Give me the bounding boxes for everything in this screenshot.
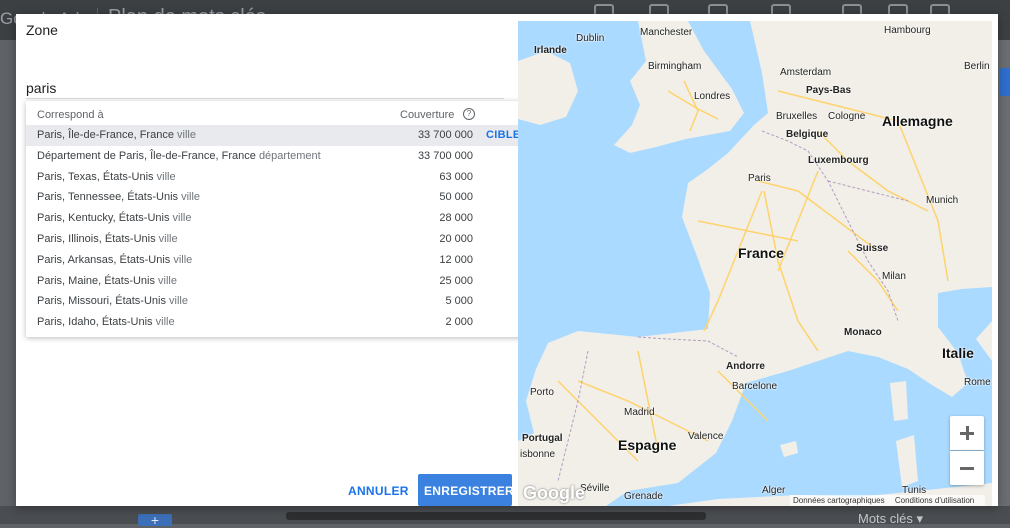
suggestion-row[interactable]: Paris, Idaho, États-Unis ville 2 000 — [26, 312, 532, 333]
map-view[interactable]: Irlande Dublin Manchester Birmingham Lon… — [518, 21, 992, 506]
suggestion-label: Paris, Maine, États-Unis ville — [37, 274, 177, 287]
map-label-cologne: Cologne — [828, 111, 866, 122]
suggestion-coverage: 33 700 000 — [417, 129, 473, 141]
map-label-belgique: Belgique — [786, 129, 829, 140]
location-search-input[interactable]: paris — [26, 80, 56, 96]
suggestion-row[interactable]: Paris, Illinois, États-Unis ville 20 000 — [26, 229, 532, 250]
coverage-help-icon[interactable]: ? — [463, 108, 475, 120]
map-label-porto: Porto — [530, 387, 554, 398]
suggestion-coverage: 2 000 — [445, 316, 473, 329]
suggestion-label: Paris, Missouri, États-Unis ville — [37, 295, 188, 308]
map-label-andorre: Andorre — [726, 361, 765, 372]
suggestion-row[interactable]: Paris, Arkansas, États-Unis ville 12 000 — [26, 250, 532, 271]
coverage-column-header: Couverture — [400, 109, 455, 121]
suggestion-coverage: 33 700 000 — [417, 149, 473, 162]
suggestion-coverage: 25 000 — [439, 274, 473, 287]
map-label-milan: Milan — [882, 271, 906, 282]
suggestion-coverage: 12 000 — [439, 253, 473, 266]
map-label-londres: Londres — [694, 91, 731, 102]
map-label-france: France — [738, 245, 784, 261]
map-label-madrid: Madrid — [624, 407, 655, 418]
suggestion-list: Correspond à Couverture ? Paris, Île-de-… — [26, 101, 532, 337]
suggestion-coverage: 50 000 — [439, 191, 473, 204]
suggestion-label: Paris, Idaho, États-Unis ville — [37, 316, 175, 329]
zoom-in-button[interactable] — [950, 416, 984, 450]
dialog-title: Zone — [26, 22, 58, 38]
suggestion-row[interactable]: Département de Paris, Île-de-France, Fra… — [26, 146, 532, 167]
suggestion-label: Département de Paris, Île-de-France, Fra… — [37, 149, 321, 162]
suggestion-coverage: 20 000 — [439, 232, 473, 245]
suggestion-label: Paris, Île-de-France, France ville — [37, 129, 196, 141]
terms-link[interactable]: Conditions d'utilisation — [895, 496, 974, 505]
map-label-alger: Alger — [762, 485, 786, 496]
map-label-allemagne: Allemagne — [882, 113, 953, 129]
map-label-grenade: Grenade — [624, 491, 663, 502]
suggestion-label: Paris, Arkansas, États-Unis ville — [37, 253, 193, 266]
background-action-button[interactable] — [1000, 68, 1010, 96]
map-label-valence: Valence — [688, 431, 724, 442]
suggestion-row[interactable]: Paris, Missouri, États-Unis ville 5 000 — [26, 291, 532, 312]
suggestion-row[interactable]: Paris, Tennessee, États-Unis ville 50 00… — [26, 187, 532, 208]
map-data-link[interactable]: Données cartographiques — [793, 496, 885, 505]
suggestion-label: Paris, Illinois, États-Unis ville — [37, 232, 178, 245]
keywords-tab[interactable]: Mots clés ▾ — [858, 511, 923, 527]
suggestion-label: Paris, Texas, États-Unis ville — [37, 170, 176, 183]
map-label-italie: Italie — [942, 345, 974, 361]
suggestion-row[interactable]: Paris, Île-de-France, France ville 33 70… — [26, 125, 532, 146]
map-canvas — [518, 21, 992, 506]
google-logo: Google — [523, 483, 585, 503]
suggestion-label: Paris, Kentucky, États-Unis ville — [37, 212, 192, 225]
save-button[interactable]: ENREGISTRER — [418, 474, 514, 506]
suggestion-header: Correspond à Couverture ? — [26, 101, 532, 125]
map-attribution: Données cartographiques Conditions d'uti… — [790, 495, 986, 506]
suggestion-coverage: 63 000 — [439, 170, 473, 183]
map-label-pays-bas: Pays-Bas — [806, 85, 852, 96]
suggestion-coverage: 28 000 — [439, 212, 473, 225]
suggestion-row[interactable]: Paris, Kentucky, États-Unis ville 28 000 — [26, 208, 532, 229]
cancel-button[interactable]: ANNULER — [340, 476, 417, 506]
map-label-espagne: Espagne — [618, 437, 677, 453]
map-label-amsterdam: Amsterdam — [780, 67, 832, 78]
background-toolbar — [286, 512, 706, 520]
map-label-rome: Rome — [964, 377, 991, 388]
map-label-manchester: Manchester — [640, 27, 693, 38]
map-label-barcelone: Barcelone — [732, 381, 778, 392]
map-label-portugal: Portugal — [522, 433, 563, 444]
suggestion-row[interactable]: Paris, Texas, États-Unis ville 63 000 — [26, 167, 532, 188]
minus-icon — [960, 467, 974, 470]
suggestion-row[interactable]: Paris, Maine, États-Unis ville 25 000 — [26, 271, 532, 292]
match-column-header: Correspond à — [37, 109, 104, 121]
suggestion-label: Paris, Tennessee, États-Unis ville — [37, 191, 201, 204]
map-label-berlin: Berlin — [964, 61, 990, 72]
map-label-paris: Paris — [748, 173, 771, 184]
add-button[interactable]: + — [138, 513, 172, 527]
map-label-irlande: Irlande — [534, 45, 567, 56]
map-label-hambourg: Hambourg — [884, 25, 931, 36]
search-underline — [26, 98, 504, 99]
map-label-birmingham: Birmingham — [648, 61, 702, 72]
map-label-luxembourg: Luxembourg — [808, 155, 869, 166]
app-bottom-bar: + Mots clés ▾ — [0, 506, 1010, 527]
suggestion-coverage: 5 000 — [445, 295, 473, 308]
map-label-bruxelles: Bruxelles — [776, 111, 818, 122]
map-label-lisbonne: isbonne — [520, 449, 556, 460]
map-label-dublin: Dublin — [576, 33, 605, 44]
map-label-suisse: Suisse — [856, 243, 889, 254]
background-right-panel — [998, 40, 1010, 506]
map-label-monaco: Monaco — [844, 327, 882, 338]
location-dialog: Zone paris Correspond à Couverture ? Par… — [16, 14, 998, 506]
zoom-out-button[interactable] — [950, 451, 984, 485]
map-label-munich: Munich — [926, 195, 959, 206]
